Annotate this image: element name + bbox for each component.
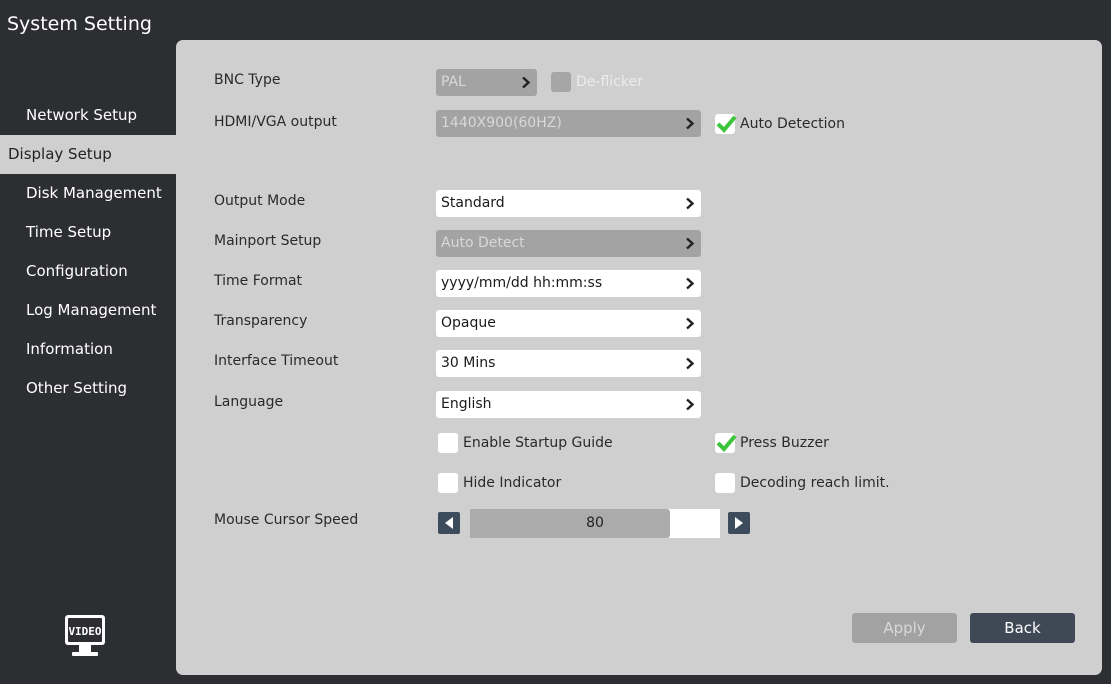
press-buzzer-label: Press Buzzer <box>740 435 829 451</box>
output-mode-value: Standard <box>441 195 505 211</box>
mouse-speed-slider[interactable]: 80 <box>470 509 720 538</box>
chevron-right-icon <box>686 117 695 130</box>
bnc-type-select[interactable]: PAL <box>436 69 537 96</box>
language-select[interactable]: English <box>436 391 701 418</box>
speed-increase-button[interactable] <box>728 512 750 534</box>
chevron-right-icon <box>686 398 695 411</box>
deflicker-checkbox[interactable]: De-flicker <box>551 71 643 93</box>
window-title: System Setting <box>7 13 152 35</box>
triangle-left-icon <box>445 517 453 529</box>
sidebar: Network Setup Display Setup Disk Managem… <box>0 96 176 408</box>
chevron-right-icon <box>686 317 695 330</box>
hdmi-vga-select[interactable]: 1440X900(60HZ) <box>436 110 701 137</box>
chevron-right-icon <box>686 277 695 290</box>
sidebar-item-information[interactable]: Information <box>0 330 176 369</box>
chevron-right-icon <box>522 76 531 89</box>
decoding-limit-checkbox[interactable]: Decoding reach limit. <box>715 472 890 494</box>
sidebar-item-configuration[interactable]: Configuration <box>0 252 176 291</box>
language-label: Language <box>214 394 284 410</box>
video-logo-icon: VIDEO <box>59 611 111 663</box>
time-format-value: yyyy/mm/dd hh:mm:ss <box>441 275 603 291</box>
auto-detection-box <box>715 114 737 134</box>
speed-decrease-button[interactable] <box>438 512 460 534</box>
chevron-right-icon <box>686 357 695 370</box>
back-button[interactable]: Back <box>970 613 1075 643</box>
interface-timeout-value: 30 Mins <box>441 355 496 371</box>
enable-startup-guide-box <box>438 433 458 453</box>
transparency-label: Transparency <box>214 313 308 329</box>
chevron-right-icon <box>686 237 695 250</box>
mainport-setup-value: Auto Detect <box>441 235 525 251</box>
transparency-value: Opaque <box>441 315 496 331</box>
chevron-right-icon <box>686 197 695 210</box>
triangle-right-icon <box>735 517 743 529</box>
sidebar-item-other-setting[interactable]: Other Setting <box>0 369 176 408</box>
bnc-type-label: BNC Type <box>214 72 281 88</box>
hdmi-vga-value: 1440X900(60HZ) <box>441 115 562 131</box>
sidebar-item-network-setup[interactable]: Network Setup <box>0 96 176 135</box>
sidebar-item-disk-management[interactable]: Disk Management <box>0 174 176 213</box>
hdmi-vga-label: HDMI/VGA output <box>214 114 337 130</box>
enable-startup-guide-label: Enable Startup Guide <box>463 435 613 451</box>
interface-timeout-label: Interface Timeout <box>214 353 339 369</box>
deflicker-label: De-flicker <box>576 74 643 90</box>
hide-indicator-checkbox[interactable]: Hide Indicator <box>438 472 561 494</box>
interface-timeout-select[interactable]: 30 Mins <box>436 350 701 377</box>
output-mode-select[interactable]: Standard <box>436 190 701 217</box>
hide-indicator-box <box>438 473 458 493</box>
checkmark-icon <box>716 434 737 452</box>
transparency-select[interactable]: Opaque <box>436 310 701 337</box>
enable-startup-guide-checkbox[interactable]: Enable Startup Guide <box>438 432 613 454</box>
decoding-limit-box <box>715 473 735 493</box>
decoding-limit-label: Decoding reach limit. <box>740 475 890 491</box>
mouse-speed-value: 80 <box>586 515 604 531</box>
apply-button[interactable]: Apply <box>852 613 957 643</box>
mainport-setup-label: Mainport Setup <box>214 233 322 249</box>
deflicker-box <box>551 72 571 92</box>
time-format-select[interactable]: yyyy/mm/dd hh:mm:ss <box>436 270 701 297</box>
mouse-cursor-speed-label: Mouse Cursor Speed <box>214 512 359 528</box>
checkmark-icon <box>716 115 737 133</box>
time-format-label: Time Format <box>214 273 303 289</box>
sidebar-item-time-setup[interactable]: Time Setup <box>0 213 176 252</box>
auto-detection-checkbox[interactable]: Auto Detection <box>715 113 845 135</box>
press-buzzer-box <box>715 433 737 453</box>
language-value: English <box>441 396 492 412</box>
sidebar-item-display-setup[interactable]: Display Setup <box>0 135 176 174</box>
output-mode-label: Output Mode <box>214 193 306 209</box>
auto-detection-label: Auto Detection <box>740 116 845 132</box>
video-logo-text: VIDEO <box>68 625 101 638</box>
hide-indicator-label: Hide Indicator <box>463 475 562 491</box>
mainport-setup-select[interactable]: Auto Detect <box>436 230 701 257</box>
press-buzzer-checkbox[interactable]: Press Buzzer <box>715 432 829 454</box>
bnc-type-value: PAL <box>441 74 466 90</box>
sidebar-item-log-management[interactable]: Log Management <box>0 291 176 330</box>
